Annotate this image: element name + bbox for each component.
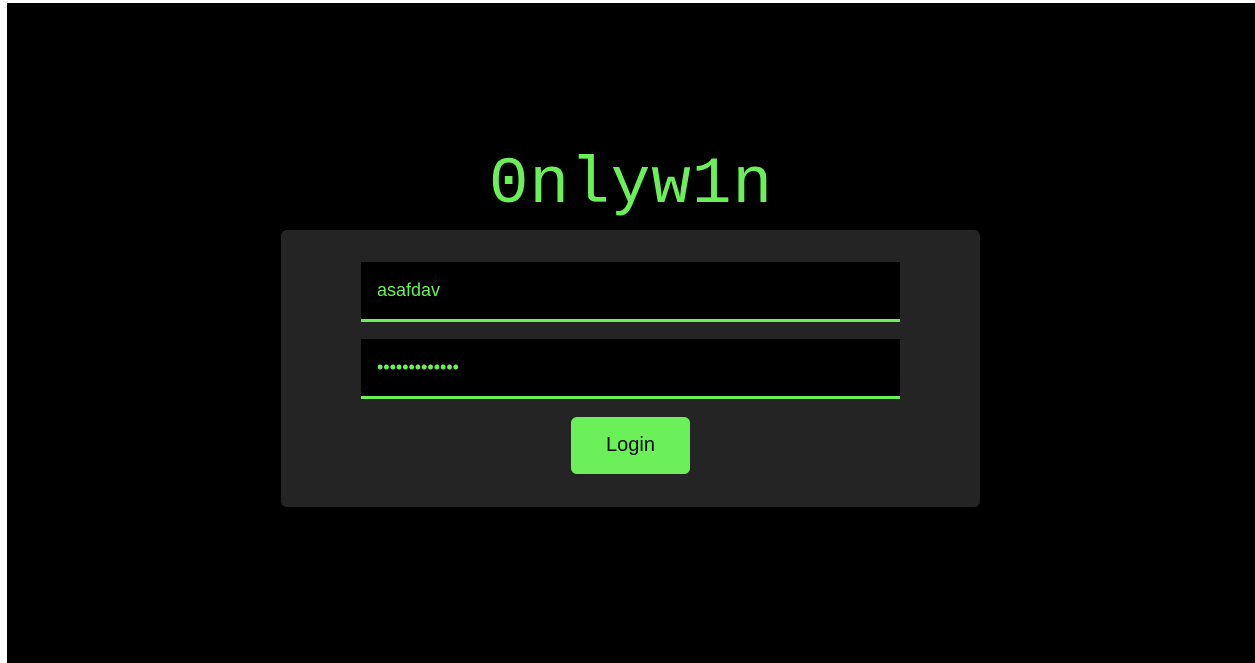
login-card: Login	[281, 230, 980, 507]
page-viewport: 0nlyw1n Login	[7, 3, 1255, 663]
password-input[interactable]	[361, 339, 900, 396]
username-field-container	[361, 262, 900, 322]
site-logo: 0nlyw1n	[488, 147, 774, 222]
username-input[interactable]	[361, 262, 900, 319]
login-button[interactable]: Login	[571, 417, 690, 474]
password-field-container	[361, 339, 900, 399]
